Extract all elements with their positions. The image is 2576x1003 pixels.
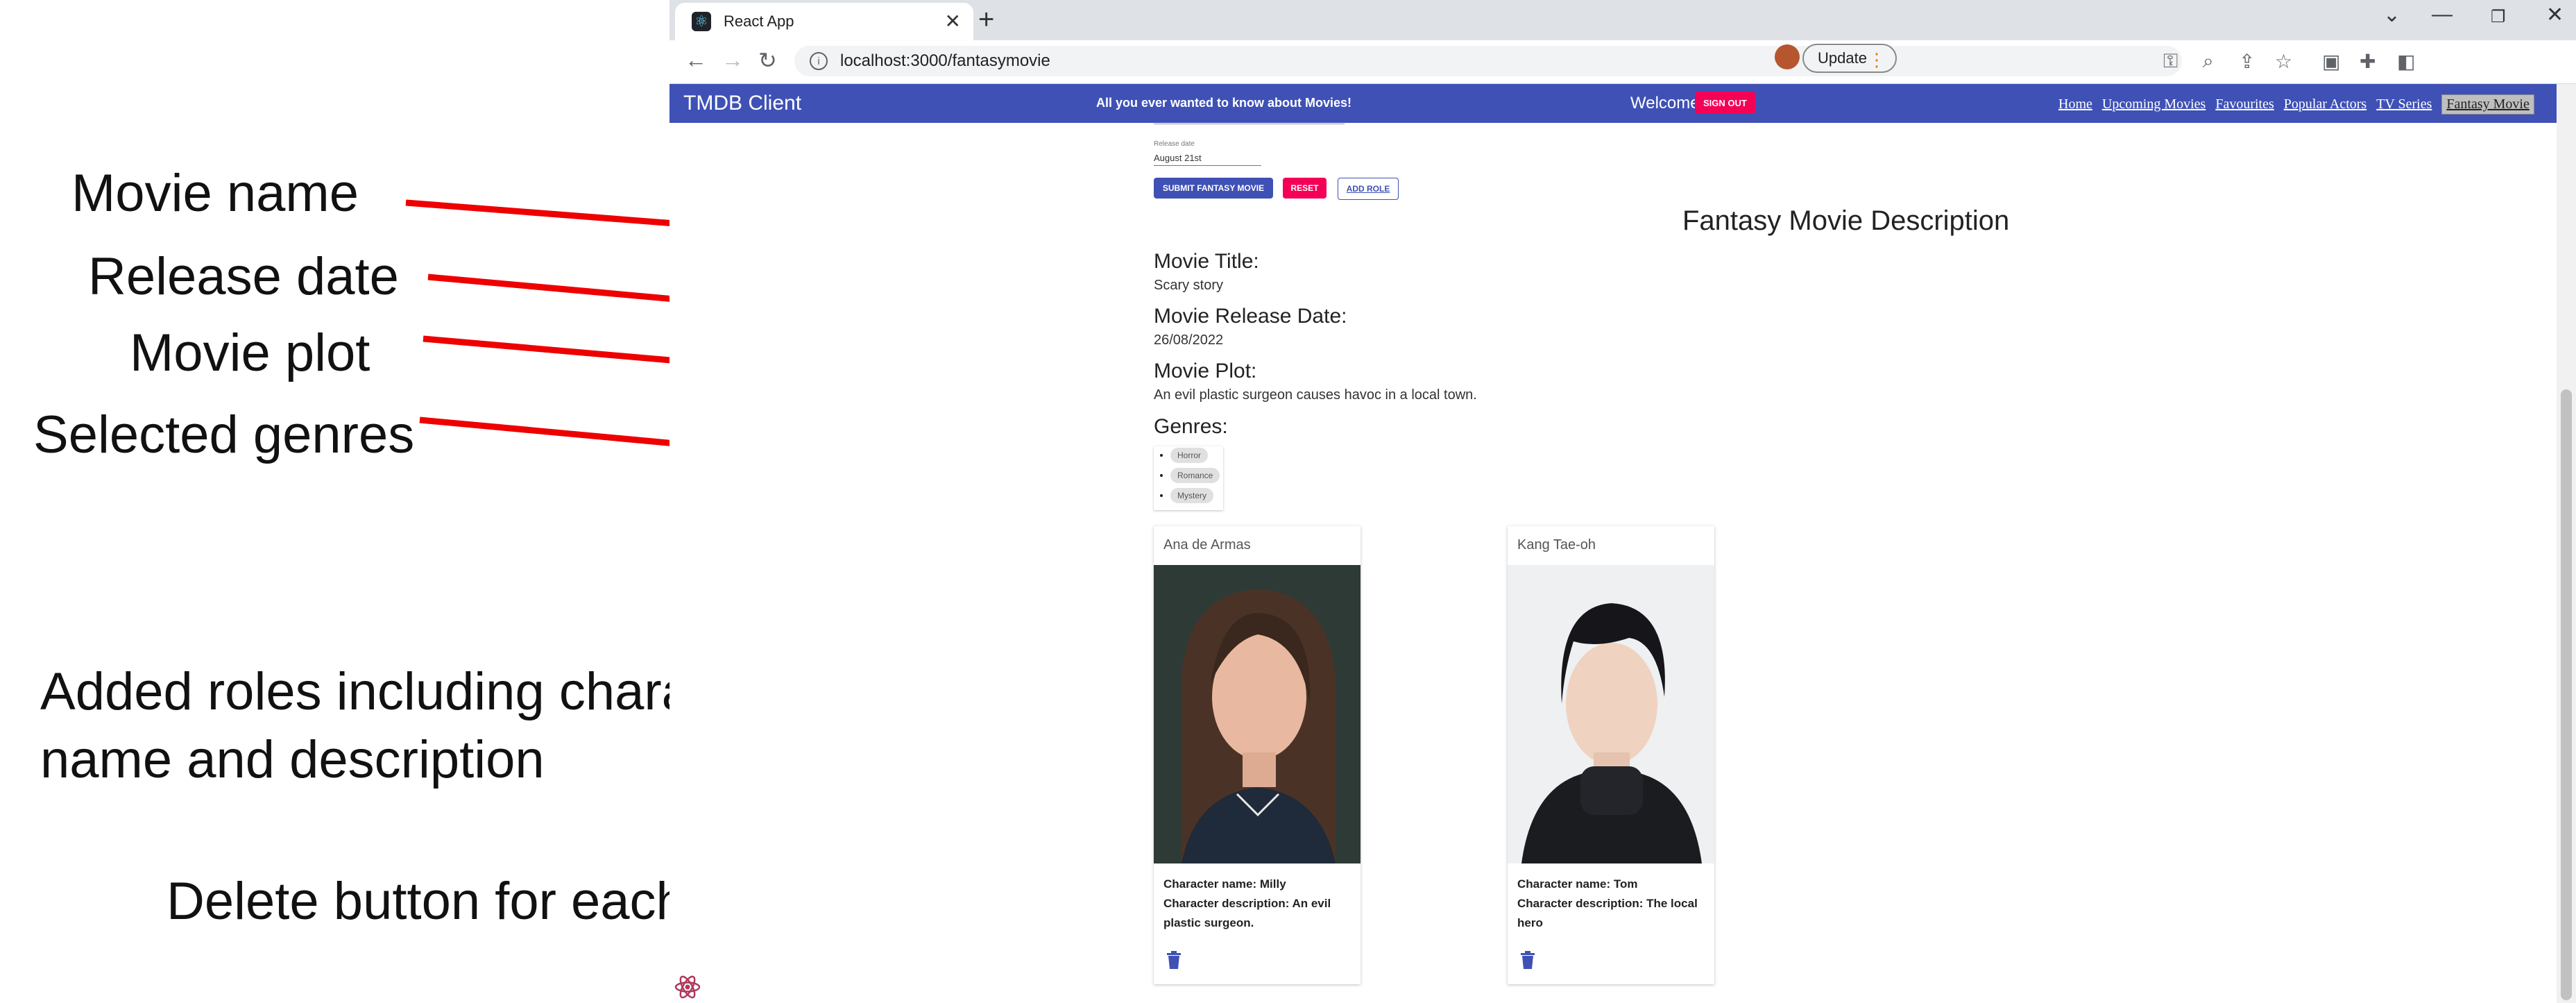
site-info-icon[interactable]: i bbox=[810, 52, 828, 70]
reset-button[interactable]: RESET bbox=[1283, 178, 1327, 199]
profile-avatar[interactable] bbox=[1775, 44, 1800, 69]
minimize-icon[interactable]: — bbox=[2432, 3, 2453, 26]
extensions-puzzle-icon[interactable]: ✚ bbox=[2360, 50, 2375, 73]
nav-popular-actors[interactable]: Popular Actors bbox=[2284, 96, 2366, 112]
restore-icon[interactable]: ❐ bbox=[2491, 7, 2506, 27]
address-bar[interactable]: i localhost:3000/fantasymovie bbox=[794, 46, 2182, 76]
actor-name: Ana de Armas bbox=[1163, 537, 1251, 553]
annotation-added-roles-line2: name and description bbox=[40, 730, 545, 789]
welcome-text: Welcome! bbox=[1630, 94, 1705, 112]
nav-home[interactable]: Home bbox=[2058, 96, 2092, 112]
release-date-label: Release date bbox=[1154, 140, 1195, 148]
movie-plot-value: An evil plastic surgeon causes havoc in … bbox=[1154, 387, 1477, 403]
annotation-movie-plot: Movie plot bbox=[130, 323, 370, 382]
release-date-input[interactable]: August 21st bbox=[1154, 153, 1261, 166]
annotation-release-date: Release date bbox=[88, 247, 399, 306]
new-tab-icon[interactable]: + bbox=[978, 4, 994, 35]
key-icon[interactable]: ⚿ bbox=[2163, 50, 2178, 73]
close-tab-icon[interactable]: ✕ bbox=[945, 10, 961, 33]
forward-icon[interactable]: → bbox=[722, 47, 744, 73]
annotation-selected-genres: Selected genres bbox=[33, 405, 415, 464]
zoom-icon[interactable]: ⌕ bbox=[2203, 50, 2214, 73]
nav-tv-series[interactable]: TV Series bbox=[2376, 96, 2432, 112]
app-bar: TMDB Client All you ever wanted to know … bbox=[669, 84, 2557, 123]
page-scrollbar[interactable] bbox=[2557, 84, 2576, 1003]
nav-fantasy-movie[interactable]: Fantasy Movie bbox=[2441, 94, 2534, 115]
genre-chip: Horror bbox=[1170, 448, 1209, 463]
annotation-added-roles-line1: Added roles including character bbox=[40, 662, 779, 721]
sign-out-button[interactable]: SIGN OUT bbox=[1695, 92, 1755, 114]
delete-role-icon[interactable] bbox=[1520, 951, 1535, 969]
scrollbar-thumb[interactable] bbox=[2561, 389, 2572, 1000]
side-panel-icon[interactable]: ◧ bbox=[2397, 50, 2415, 73]
actor-portrait-image bbox=[1508, 565, 1714, 863]
movie-title-value: Scary story bbox=[1154, 278, 1224, 293]
tab-search-chevron-icon[interactable]: ⌄ bbox=[2383, 3, 2400, 27]
tagline: All you ever wanted to know about Movies… bbox=[1096, 96, 1352, 110]
browser-toolbar: ← → ↻ i localhost:3000/fantasymovie ⚿ ⌕ … bbox=[669, 40, 2576, 84]
delete-role-icon[interactable] bbox=[1166, 951, 1182, 969]
menu-dots-icon: ⋮ bbox=[1868, 49, 1886, 70]
genres-list: Horror Romance Mystery bbox=[1154, 446, 1223, 510]
genres-label: Genres: bbox=[1154, 415, 1228, 438]
reload-icon[interactable]: ↻ bbox=[758, 47, 777, 74]
genre-chip: Mystery bbox=[1170, 488, 1213, 503]
url-text: localhost:3000/fantasymovie bbox=[840, 51, 1050, 70]
add-role-button[interactable]: ADD ROLE bbox=[1338, 178, 1399, 200]
share-icon[interactable]: ⇪ bbox=[2239, 50, 2255, 73]
release-date-heading: Movie Release Date: bbox=[1154, 305, 1347, 328]
bookmark-star-icon[interactable]: ☆ bbox=[2275, 50, 2292, 73]
nav-upcoming-movies[interactable]: Upcoming Movies bbox=[2102, 96, 2206, 112]
submit-fantasy-movie-button[interactable]: SUBMIT FANTASY MOVIE bbox=[1154, 178, 1273, 199]
role-info: Character name: Milly Character descript… bbox=[1163, 875, 1351, 933]
actor-portrait-image bbox=[1154, 565, 1360, 863]
nav-links: Home Upcoming Movies Favourites Popular … bbox=[2058, 94, 2534, 115]
tab-strip: ⚛ React App ✕ + ⌄ — ❐ ✕ bbox=[669, 0, 2576, 40]
genre-item: Mystery bbox=[1170, 488, 1223, 507]
annotation-movie-name: Movie name bbox=[71, 164, 359, 223]
role-card: Ana de Armas Character name: Milly Chara… bbox=[1154, 526, 1360, 984]
update-label: Update bbox=[1818, 49, 1867, 67]
actor-photo bbox=[1154, 565, 1360, 863]
genre-item: Romance bbox=[1170, 468, 1223, 487]
character-name: Character name: Tom bbox=[1517, 877, 1638, 891]
role-card: Kang Tae-oh Character name: Tom Characte… bbox=[1508, 526, 1714, 984]
genre-item: Horror bbox=[1170, 448, 1223, 466]
react-favicon-icon: ⚛ bbox=[692, 12, 711, 31]
actor-name: Kang Tae-oh bbox=[1517, 537, 1596, 553]
character-name: Character name: Milly bbox=[1163, 877, 1286, 891]
tab-title: React App bbox=[724, 12, 794, 30]
movie-title-label: Movie Title: bbox=[1154, 250, 1259, 273]
description-title: Fantasy Movie Description bbox=[1682, 205, 2010, 236]
role-info: Character name: Tom Character descriptio… bbox=[1517, 875, 1705, 933]
browser-tab[interactable]: ⚛ React App ✕ bbox=[675, 3, 973, 40]
brand-title[interactable]: TMDB Client bbox=[683, 92, 801, 115]
movie-plot-label: Movie Plot: bbox=[1154, 360, 1257, 382]
react-logo-icon bbox=[674, 975, 701, 999]
character-description: Character description: The local hero bbox=[1517, 897, 1698, 929]
back-icon[interactable]: ← bbox=[685, 47, 707, 73]
extension-app-icon[interactable]: ▣ bbox=[2322, 50, 2340, 73]
update-button[interactable]: Update ⋮ bbox=[1802, 44, 1897, 73]
release-date-value: 26/08/2022 bbox=[1154, 332, 1224, 348]
actor-photo bbox=[1508, 565, 1714, 863]
window-close-icon[interactable]: ✕ bbox=[2546, 3, 2564, 27]
nav-favourites[interactable]: Favourites bbox=[2215, 96, 2274, 112]
character-description: Character description: An evil plastic s… bbox=[1163, 897, 1331, 929]
genre-chip: Romance bbox=[1170, 468, 1220, 483]
